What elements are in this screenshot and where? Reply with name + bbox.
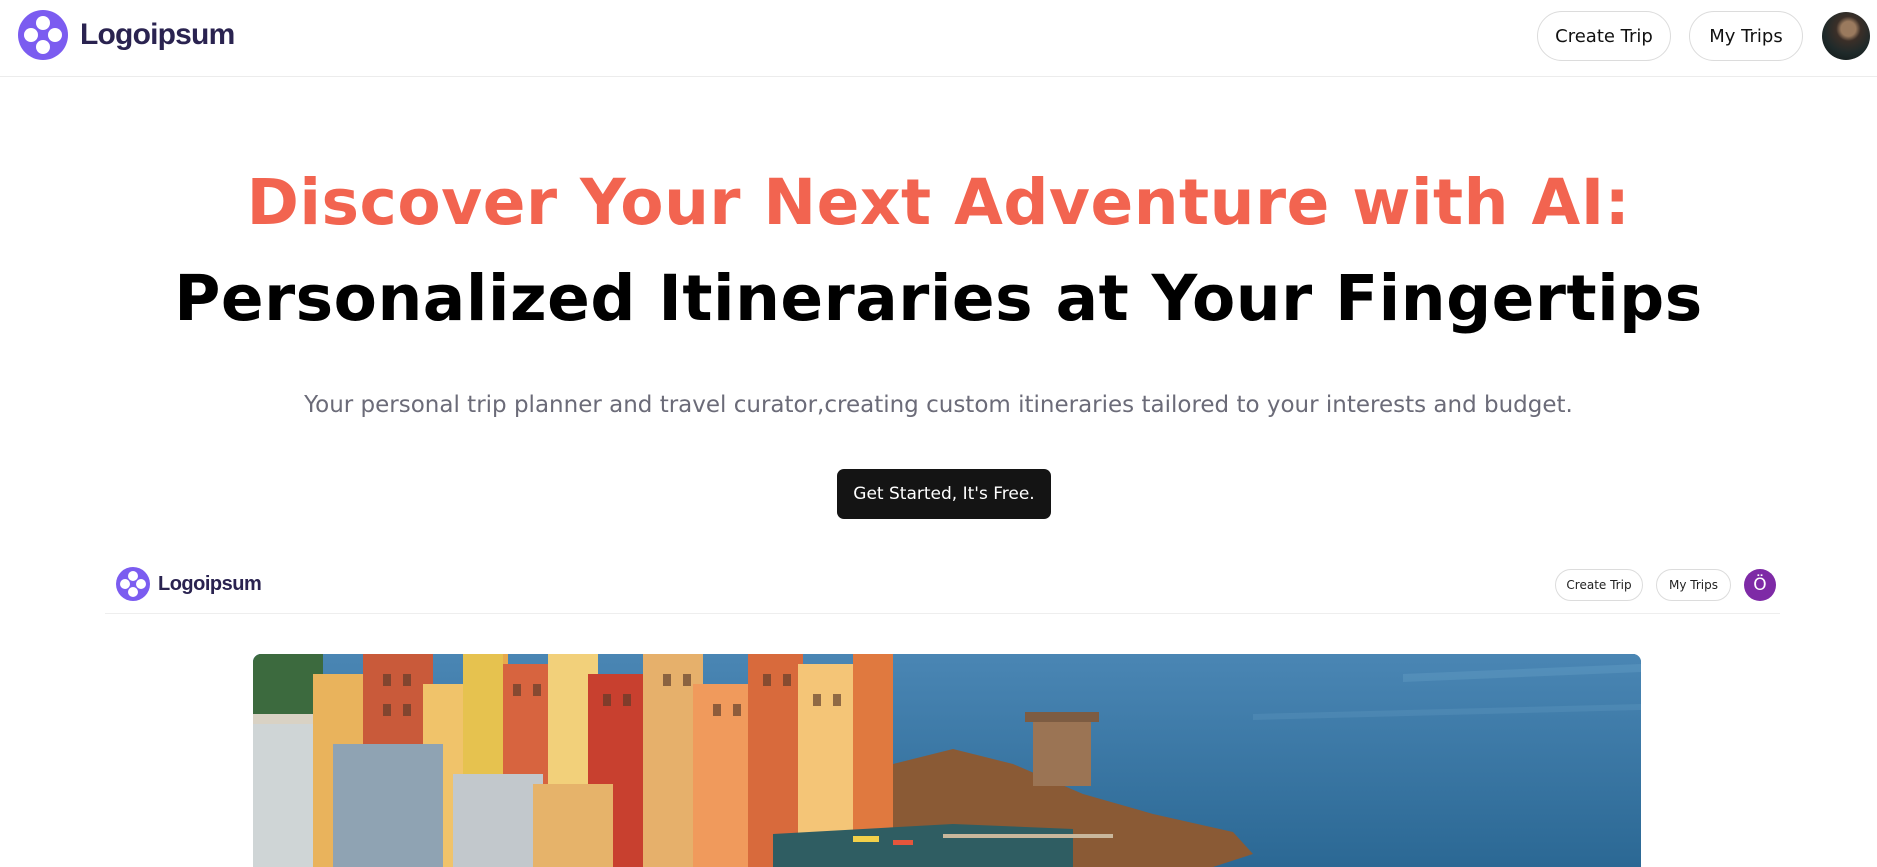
logo-icon — [18, 10, 68, 60]
brand-name: Logoipsum — [80, 18, 235, 51]
preview-create-trip-button: Create Trip — [1555, 569, 1643, 601]
preview-brand-name: Logoipsum — [158, 572, 262, 595]
create-trip-button[interactable]: Create Trip — [1537, 11, 1671, 61]
hero-headline-accent: Discover Your Next Adventure with AI: — [246, 166, 1631, 239]
get-started-button[interactable]: Get Started, It's Free. — [837, 469, 1051, 519]
preview-user-avatar: Ö — [1744, 569, 1776, 601]
preview-my-trips-button: My Trips — [1656, 569, 1731, 601]
preview-navbar: Logoipsum Create Trip My Trips Ö — [105, 558, 1780, 614]
top-navbar: Logoipsum Create Trip My Trips — [0, 0, 1877, 77]
user-avatar[interactable] — [1822, 12, 1870, 60]
preview-brand-logo: Logoipsum — [116, 567, 262, 601]
my-trips-button[interactable]: My Trips — [1689, 11, 1803, 61]
coastal-village-photo — [253, 654, 1641, 867]
hero-subtitle: Your personal trip planner and travel cu… — [304, 392, 1573, 418]
brand-logo[interactable]: Logoipsum — [18, 10, 235, 60]
coastal-village-illustration — [253, 654, 1641, 867]
hero-headline: Personalized Itineraries at Your Fingert… — [174, 262, 1703, 335]
preview-logo-icon — [116, 567, 150, 601]
